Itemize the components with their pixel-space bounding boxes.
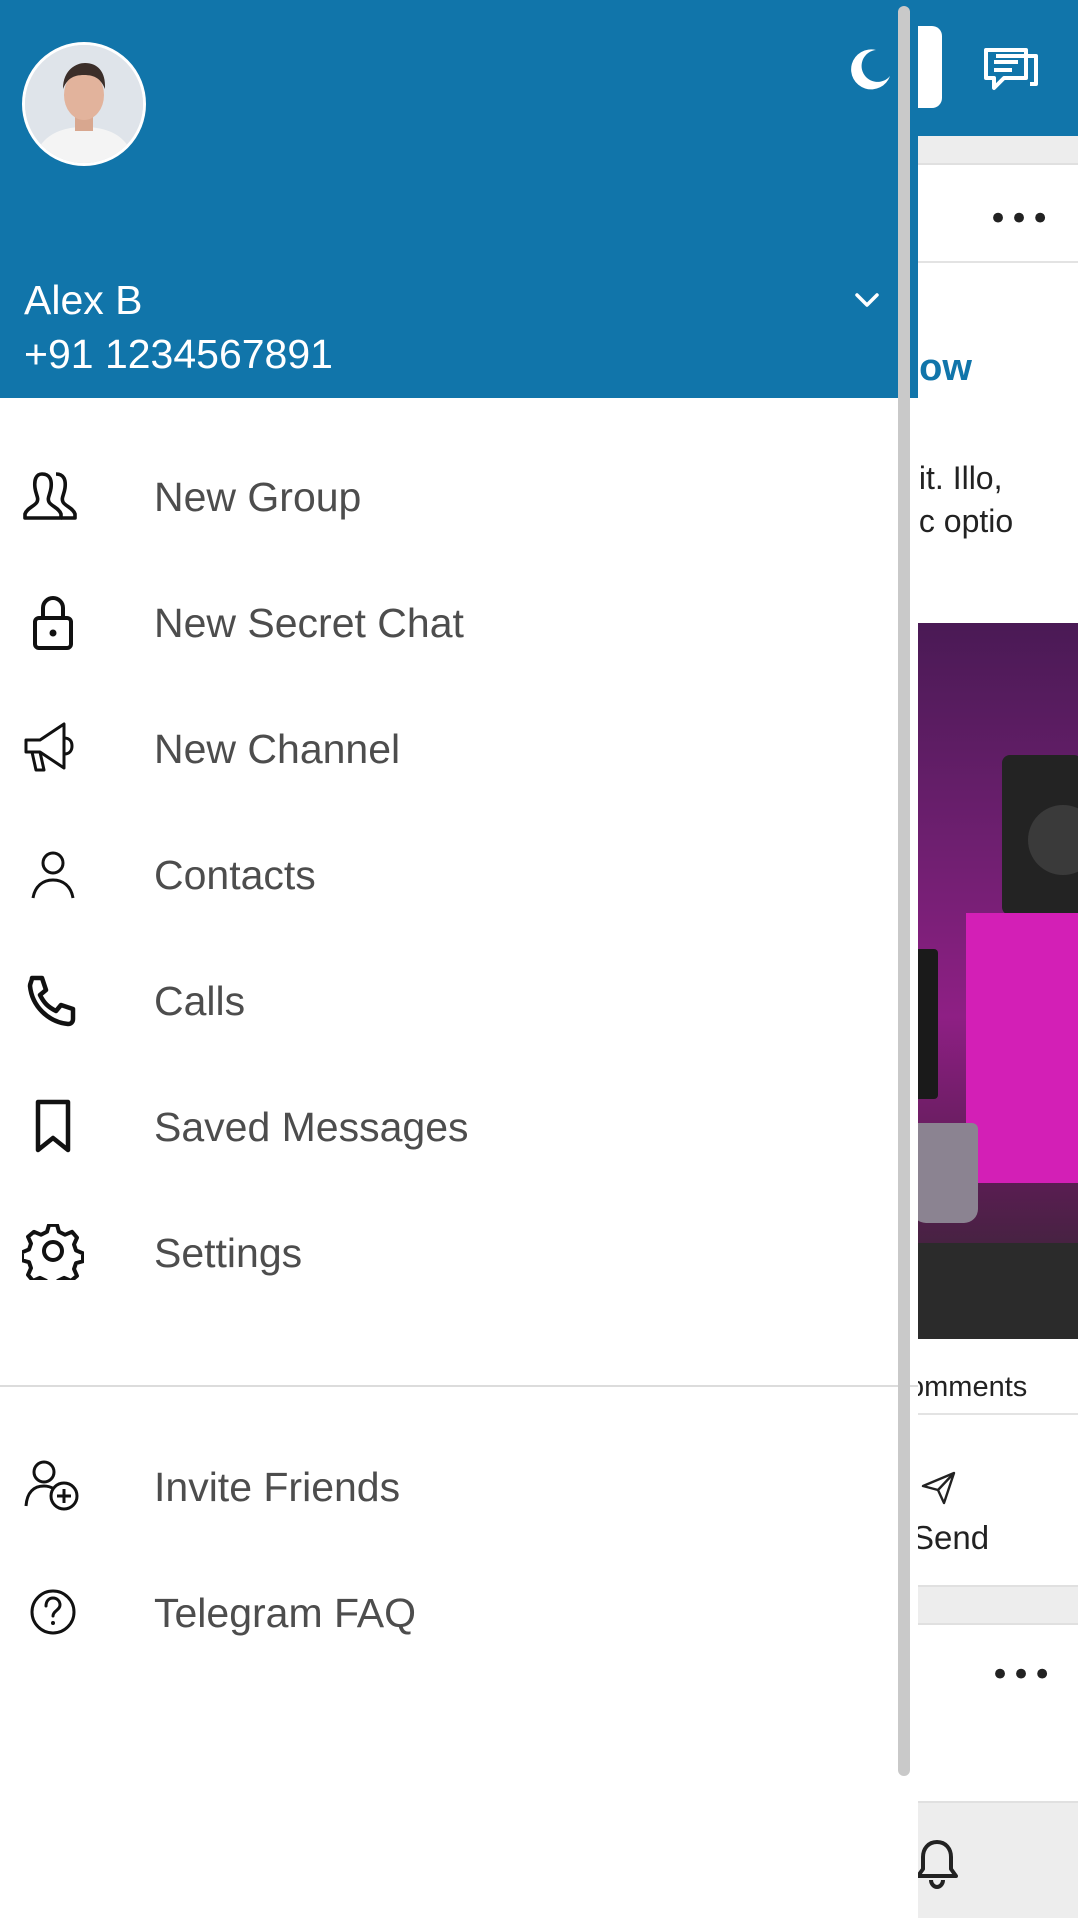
menu-item-saved-messages[interactable]: Saved Messages: [0, 1070, 900, 1180]
menu-label: Settings: [154, 1230, 303, 1276]
phone-shape: [918, 949, 938, 1099]
post-card: •••: [918, 1623, 1078, 1803]
menu-item-invite-friends[interactable]: Invite Friends: [0, 1430, 900, 1540]
post-snippet-line-1: elit. Illo,: [894, 460, 1003, 496]
menu-label: New Group: [154, 474, 362, 520]
send-label[interactable]: Send: [912, 1519, 989, 1557]
menu-label: Saved Messages: [154, 1104, 469, 1150]
menu-item-new-channel[interactable]: New Channel: [0, 692, 900, 802]
speaker-shape: [1002, 755, 1078, 915]
menu-label: New Secret Chat: [154, 600, 464, 646]
menu-label: Telegram FAQ: [154, 1590, 417, 1636]
menu-item-telegram-faq[interactable]: Telegram FAQ: [0, 1556, 900, 1666]
add-user-icon: [24, 1460, 79, 1511]
night-mode-icon[interactable]: [846, 46, 892, 92]
drawer-scrollbar[interactable]: [898, 6, 910, 1776]
menu-item-contacts[interactable]: Contacts: [0, 818, 900, 928]
gear-icon: [22, 1224, 84, 1280]
comments-label[interactable]: omments: [908, 1371, 1027, 1404]
send-icon[interactable]: [920, 1469, 958, 1507]
post-card: ••• llow elit. Illo, hic optio omments S…: [894, 163, 1078, 1587]
menu-item-calls[interactable]: Calls: [0, 944, 900, 1054]
help-icon: [30, 1589, 76, 1635]
menu-label: Invite Friends: [154, 1464, 401, 1510]
post-snippet-line-2: hic optio: [894, 503, 1014, 539]
menu-item-new-secret-chat[interactable]: New Secret Chat: [0, 566, 900, 676]
more-options-icon[interactable]: •••: [990, 1658, 1053, 1692]
chat-icon[interactable]: [980, 40, 1042, 102]
phone-icon: [27, 975, 76, 1027]
post-snippet: elit. Illo, hic optio: [894, 457, 1078, 543]
desk-shape: [918, 1243, 1078, 1339]
more-options-icon[interactable]: •••: [988, 202, 1051, 236]
drawer-header: Alex B +91 1234567891: [0, 0, 918, 398]
menu-label: New Channel: [154, 726, 401, 772]
menu-item-new-group[interactable]: New Group: [0, 440, 900, 550]
bookmark-icon: [35, 1099, 71, 1153]
card-divider: [918, 261, 1078, 263]
megaphone-icon: [24, 722, 74, 772]
lock-icon: [33, 596, 73, 650]
menu-divider: [0, 1385, 918, 1387]
menu-label: Calls: [154, 978, 246, 1024]
post-image[interactable]: [918, 623, 1078, 1339]
bell-icon[interactable]: [914, 1836, 960, 1890]
person-icon: [31, 851, 75, 899]
menu-label: Contacts: [154, 852, 316, 898]
pink-box-shape: [966, 913, 1078, 1183]
group-icon: [23, 472, 77, 520]
user-name: Alex B: [24, 277, 143, 323]
menu-item-settings[interactable]: Settings: [0, 1196, 900, 1306]
chevron-down-icon[interactable]: [852, 288, 882, 312]
user-phone: +91 1234567891: [24, 331, 333, 377]
navigation-drawer: Alex B +91 1234567891 New Group New Secr…: [0, 0, 918, 1918]
avatar-image: [25, 45, 143, 163]
card-divider: [918, 1413, 1078, 1415]
avatar[interactable]: [22, 42, 146, 166]
mug-shape: [918, 1123, 978, 1223]
